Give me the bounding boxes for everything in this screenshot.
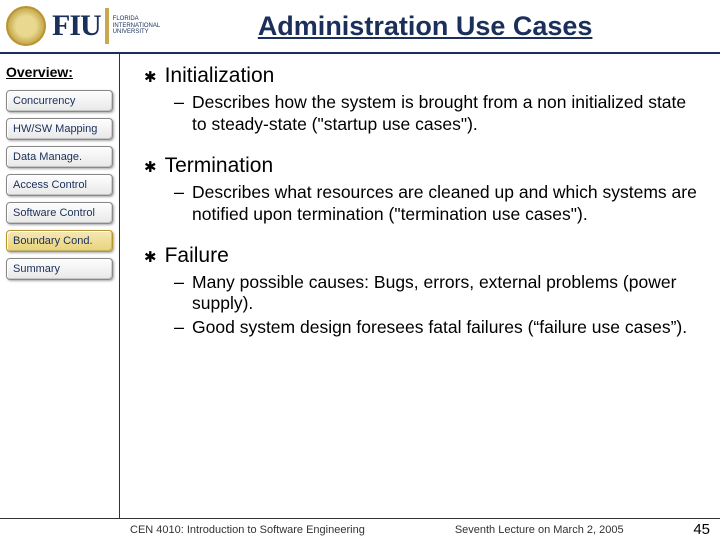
sidebar-item-summary[interactable]: Summary	[6, 258, 113, 280]
sidebar-item-concurrency[interactable]: Concurrency	[6, 90, 113, 112]
footer-course: CEN 4010: Introduction to Software Engin…	[130, 524, 365, 536]
content-section: ✱ Initialization –Describes how the system…	[144, 64, 700, 136]
sidebar-item-data-manage-[interactable]: Data Manage.	[6, 146, 113, 168]
university-seal-icon	[6, 6, 46, 46]
section-sub-bullet: –Good system design foresees fatal failu…	[174, 317, 700, 339]
logo-subtext: FLORIDA INTERNATIONAL UNIVERSITY	[113, 16, 161, 36]
footer-lecture: Seventh Lecture on March 2, 2005	[455, 524, 624, 536]
logo-sub-line: INTERNATIONAL	[113, 23, 161, 30]
sidebar-heading: Overview:	[6, 64, 113, 80]
section-header: ✱ Initialization	[144, 64, 700, 88]
header: FIU FLORIDA INTERNATIONAL UNIVERSITY Adm…	[0, 0, 720, 54]
slide-body: Overview: Concurrency HW/SW Mapping Data M…	[0, 54, 720, 518]
logo-sub-line: FLORIDA	[113, 16, 161, 23]
logo-main: FIU	[52, 9, 101, 43]
footer: CEN 4010: Introduction to Software Engin…	[0, 518, 720, 540]
sub-bullet-text: Describes what resources are cleaned up …	[192, 182, 700, 226]
university-logo: FIU FLORIDA INTERNATIONAL UNIVERSITY	[52, 8, 160, 44]
section-sub-bullet: –Many possible causes: Bugs, errors, ext…	[174, 272, 700, 316]
dash-icon: –	[174, 317, 184, 339]
sidebar-item-software-control[interactable]: Software Control	[6, 202, 113, 224]
content-area: ✱Initialization–Describes how the system…	[120, 54, 720, 518]
logo-sub-line: UNIVERSITY	[113, 29, 161, 36]
sub-bullet-text: Describes how the system is brought from…	[192, 92, 700, 136]
section-sub-bullet: –Describes what resources are cleaned up…	[174, 182, 700, 226]
sidebar-item-hw-sw-mapping[interactable]: HW/SW Mapping	[6, 118, 113, 140]
sub-bullet-text: Good system design foresees fatal failur…	[192, 317, 687, 339]
content-section: ✱ Termination –Describes what resources ar…	[144, 154, 700, 226]
logo-stripe-icon	[105, 8, 109, 44]
section-title: Termination	[165, 154, 274, 178]
dash-icon: –	[174, 182, 184, 226]
dash-icon: –	[174, 92, 184, 136]
sidebar: Overview: Concurrency HW/SW Mapping Data M…	[0, 54, 120, 518]
section-header: ✱ Failure	[144, 244, 700, 268]
sidebar-item-access-control[interactable]: Access Control	[6, 174, 113, 196]
section-title: Failure	[165, 244, 229, 268]
sub-bullet-text: Many possible causes: Bugs, errors, exte…	[192, 272, 700, 316]
section-sub-bullet: –Describes how the system is brought fro…	[174, 92, 700, 136]
section-header: ✱ Termination	[144, 154, 700, 178]
asterisk-icon: ✱	[144, 68, 157, 86]
dash-icon: –	[174, 272, 184, 316]
sidebar-item-boundary-cond-[interactable]: Boundary Cond.	[6, 230, 113, 252]
content-section: ✱ Failure –Many possible causes: Bugs, err…	[144, 244, 700, 340]
asterisk-icon: ✱	[144, 158, 157, 176]
asterisk-icon: ✱	[144, 248, 157, 266]
page-number: 45	[693, 521, 710, 538]
slide-title: Administration Use Cases	[180, 11, 720, 42]
section-title: Initialization	[165, 64, 275, 88]
